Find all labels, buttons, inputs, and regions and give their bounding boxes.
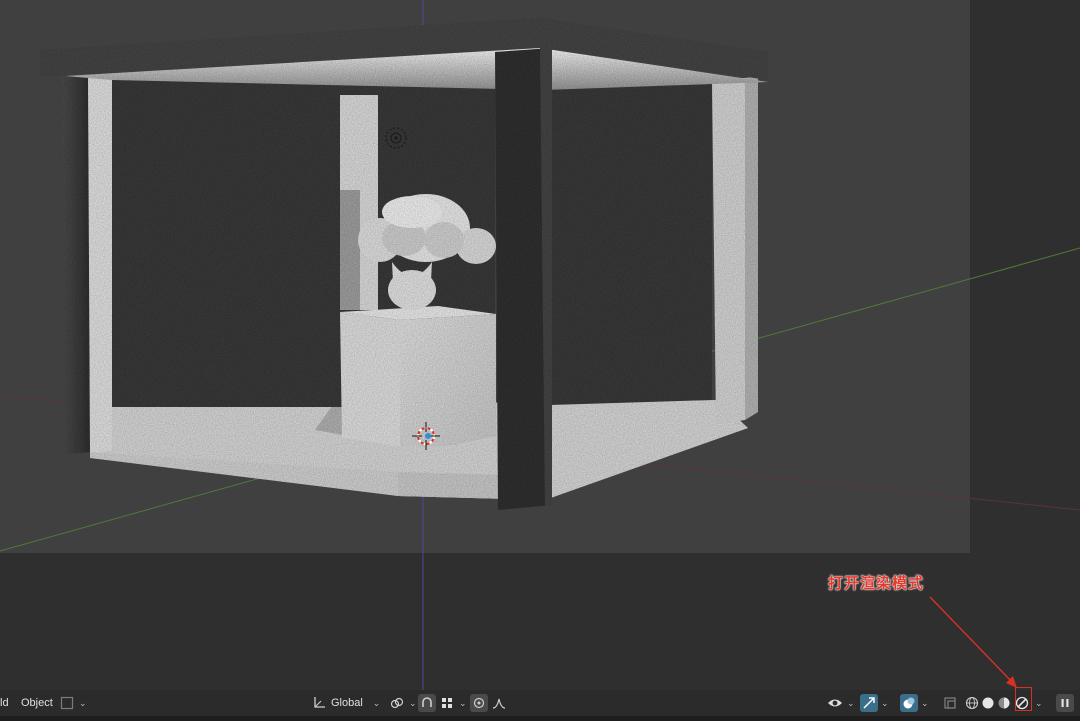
proportional-editing-toggle[interactable]: [470, 694, 488, 712]
left-pillar-dark: [62, 74, 90, 454]
object-menu[interactable]: Object: [21, 694, 53, 712]
pedestal-front: [340, 312, 400, 446]
chevron-down-icon: ⌄: [409, 697, 417, 708]
wireframe-shading-icon[interactable]: [964, 695, 980, 711]
chevron-down-icon[interactable]: ⌄: [1035, 698, 1043, 709]
pause-icon: [1056, 694, 1074, 712]
pivot-point-menu[interactable]: ⌄: [388, 694, 417, 712]
view-icon: [826, 694, 844, 712]
pivot-icon: [388, 694, 406, 712]
right-pillar: [712, 78, 745, 424]
chevron-down-icon: ⌄: [459, 697, 467, 708]
falloff-curve-icon: [490, 694, 508, 712]
left-pillar-lit: [88, 74, 112, 455]
rendered-room: [40, 18, 768, 510]
annotation-arrow: [929, 596, 1017, 688]
overlay-icon: [900, 694, 918, 712]
chevron-down-icon: ⌄: [372, 697, 381, 708]
chevron-down-icon: ⌄: [881, 697, 889, 708]
falloff-menu[interactable]: [490, 694, 508, 712]
overlay-toggle[interactable]: ⌄: [900, 694, 929, 712]
visibility-menu[interactable]: ⌄: [826, 694, 855, 712]
orientation-label: Global: [331, 697, 363, 709]
transform-orientation-icon: [310, 694, 328, 712]
chevron-down-icon: ⌄: [79, 697, 87, 708]
gizmo-icon: [860, 694, 878, 712]
xray-icon: [941, 694, 959, 712]
snap-toggle[interactable]: [418, 694, 436, 712]
object-menu-label: Object: [21, 697, 53, 709]
object-type-visibility[interactable]: ⌄: [58, 694, 87, 712]
status-strip: [0, 716, 1080, 721]
grid-icon: [438, 694, 456, 712]
snap-icon: [418, 694, 436, 712]
chevron-down-icon: ⌄: [847, 697, 855, 708]
solid-shading-icon[interactable]: [980, 695, 996, 711]
snap-target-menu[interactable]: ⌄: [438, 694, 467, 712]
mode-label-fragment: ld: [0, 697, 9, 709]
transform-orientation[interactable]: Global ⌄: [310, 694, 380, 712]
select-box-icon: [58, 694, 76, 712]
gizmo-toggle[interactable]: ⌄: [860, 694, 889, 712]
pedestal-side: [400, 314, 496, 446]
3d-viewport[interactable]: 打开渲染模式: [0, 0, 1080, 690]
rendered-mode-highlight: [1015, 687, 1032, 711]
xray-toggle[interactable]: [941, 694, 959, 712]
material-preview-shading-icon[interactable]: [996, 695, 1012, 711]
annotation-label: 打开渲染模式: [828, 574, 925, 592]
viewport-header: ld Object ⌄ Global ⌄ ⌄ ⌄ ⌄ ⌄ ⌄ ⌄: [0, 690, 1080, 716]
mode-selector[interactable]: ld: [0, 694, 9, 712]
proportional-icon: [470, 694, 488, 712]
pause-render-button[interactable]: [1056, 694, 1074, 712]
chevron-down-icon: ⌄: [921, 697, 929, 708]
